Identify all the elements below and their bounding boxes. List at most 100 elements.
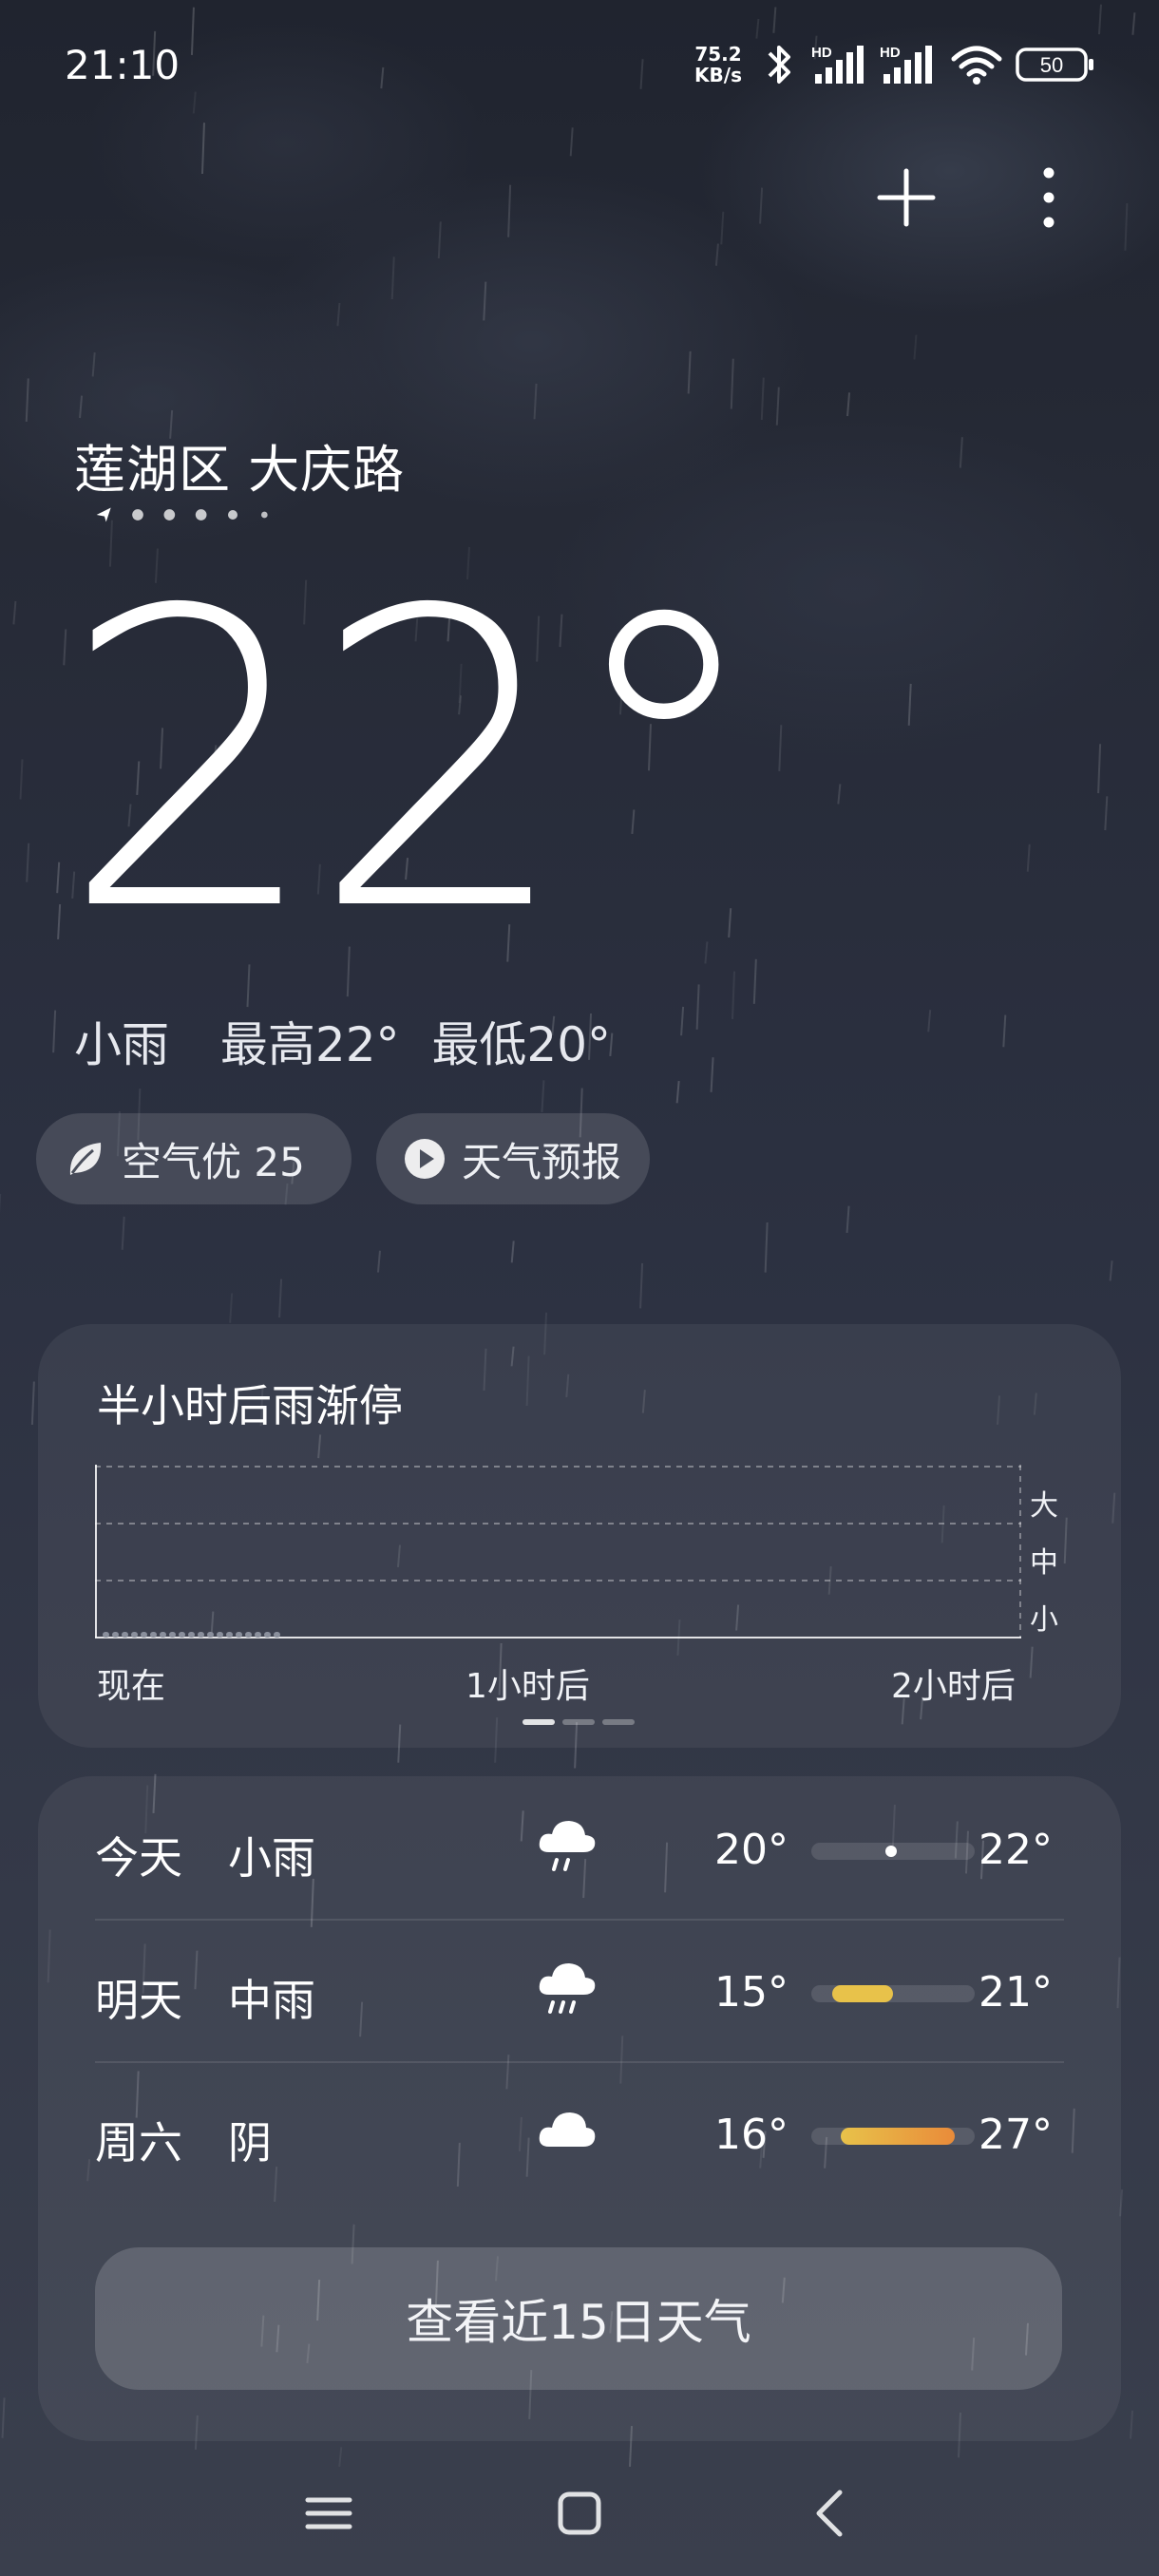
- rain-streak: [336, 302, 341, 327]
- rain-streak: [121, 1216, 125, 1250]
- precipitation-bar: [226, 1632, 233, 1638]
- rain-streak: [927, 1010, 932, 1032]
- rain-streak: [759, 187, 764, 224]
- rain-streak: [483, 281, 487, 321]
- forecast-day: 周六: [95, 2117, 182, 2169]
- rain-streak: [846, 392, 851, 417]
- rain-streak: [533, 383, 538, 420]
- rain-streak: [680, 1006, 685, 1036]
- rain-streak: [639, 1262, 644, 1309]
- moderate-rain-icon: [539, 1963, 596, 2014]
- rain-streak: [1130, 2410, 1134, 2439]
- card-pager[interactable]: [522, 1717, 636, 1727]
- rain-streak: [837, 784, 842, 805]
- forecast-row-saturday[interactable]: 周六 阴 16° 27°: [95, 2061, 1064, 2204]
- rain-streak: [56, 862, 61, 894]
- precipitation-bar: [207, 1632, 214, 1638]
- rain-streak: [1, 2397, 6, 2438]
- precipitation-bar: [131, 1632, 138, 1638]
- precipitation-bar: [188, 1632, 195, 1638]
- home-icon[interactable]: [542, 2475, 618, 2551]
- forecast-day: 今天: [95, 1832, 182, 1884]
- precipitation-bar: [274, 1632, 280, 1638]
- rain-streak: [730, 358, 734, 409]
- cloudy-icon: [539, 2112, 596, 2147]
- weather-forecast-video-pill[interactable]: 天气预报: [376, 1113, 650, 1204]
- city-page-indicator[interactable]: [76, 505, 304, 524]
- temperature-range-bar: [811, 2128, 975, 2145]
- rain-streak: [26, 843, 30, 882]
- temperature-range-bar: [811, 1843, 975, 1860]
- rain-streak: [12, 600, 17, 625]
- precipitation-bar: [160, 1632, 166, 1638]
- current-temperature: 22°: [61, 525, 766, 1000]
- forecast-high: 22°: [978, 1826, 1053, 1874]
- rain-streak: [959, 437, 963, 468]
- rain-streak: [710, 1057, 714, 1092]
- signal-hd-1-icon: HD: [811, 45, 864, 84]
- precipitation-bar: [255, 1632, 261, 1638]
- forecast-row-tomorrow[interactable]: 明天 中雨 15° 21°: [95, 1919, 1064, 2061]
- location-name[interactable]: 莲湖区 大庆路: [74, 427, 405, 502]
- temperature-range-fill: [840, 2128, 956, 2145]
- precipitation-bar: [103, 1632, 109, 1638]
- menu-icon[interactable]: [291, 2475, 367, 2551]
- forecast-high: 21°: [978, 1968, 1053, 2017]
- add-city-icon[interactable]: [868, 160, 944, 236]
- view-15-day-button[interactable]: 查看近15日天气: [95, 2247, 1062, 2390]
- forecast-day: 明天: [95, 1975, 182, 2026]
- y-label-moderate: 中: [1030, 1546, 1058, 1580]
- rain-streak: [778, 725, 783, 771]
- rain-streak: [507, 184, 512, 237]
- back-icon[interactable]: [792, 2475, 868, 2551]
- rain-streak: [1109, 1260, 1113, 1281]
- forecast-low: 16°: [714, 2111, 788, 2159]
- status-bar: 21:10 75.2 KB/s HD HD 50: [0, 0, 1159, 133]
- battery-icon: 50: [1016, 47, 1093, 82]
- forecast-low: 15°: [714, 1968, 788, 2017]
- bluetooth-icon: [768, 46, 790, 84]
- rain-streak: [1002, 1014, 1007, 1048]
- leaf-icon: [69, 1143, 102, 1175]
- air-quality-pill[interactable]: 空气优 25: [36, 1113, 352, 1204]
- rain-streak: [846, 1205, 850, 1233]
- y-label-light: 小: [1030, 1603, 1058, 1637]
- forecast-condition: 阴: [228, 2117, 272, 2169]
- rain-streak: [376, 1250, 381, 1273]
- forecast-condition: 中雨: [228, 1975, 315, 2026]
- daily-forecast-card: 今天 小雨 20° 22° 明天 中雨 15° 21° 周六 阴 16° 27°…: [38, 1776, 1121, 2441]
- rain-streak: [57, 904, 62, 939]
- forecast-row-today[interactable]: 今天 小雨 20° 22°: [95, 1776, 1064, 1919]
- current-high: 最高22°: [219, 1017, 400, 1072]
- wifi-icon: [951, 46, 1002, 85]
- more-options-icon[interactable]: [1011, 160, 1087, 236]
- y-label-heavy: 大: [1030, 1489, 1058, 1523]
- rain-streak: [510, 1241, 515, 1263]
- current-condition: 小雨: [74, 1017, 169, 1072]
- play-icon: [405, 1139, 445, 1179]
- current-low: 最低20°: [431, 1017, 612, 1072]
- forecast-condition: 小雨: [228, 1832, 315, 1884]
- forecast-high: 27°: [978, 2111, 1053, 2159]
- precipitation-bar: [198, 1632, 204, 1638]
- x-label-now: 现在: [97, 1667, 166, 1706]
- precipitation-chart: [95, 1465, 1021, 1638]
- rain-streak: [760, 377, 765, 421]
- rain-streak: [1124, 202, 1129, 251]
- rain-streak: [30, 1381, 35, 1425]
- precipitation-card[interactable]: 半小时后雨渐停 大 中 小 现在 1小时后 2小时后: [38, 1324, 1121, 1748]
- rain-streak: [714, 243, 719, 266]
- precipitation-bar: [264, 1632, 271, 1638]
- battery-level: 50: [1040, 53, 1063, 77]
- temperature-range-bar: [811, 1985, 975, 2002]
- status-time: 21:10: [65, 42, 180, 88]
- rain-streak: [764, 1222, 769, 1273]
- signal2-hd-label: HD: [880, 45, 901, 61]
- light-rain-icon: [539, 1821, 596, 1871]
- forecast-low: 20°: [714, 1826, 788, 1874]
- rain-streak: [775, 387, 780, 426]
- current-summary: 小雨 最高22° 最低20°: [74, 1007, 647, 1075]
- rain-streak: [913, 334, 918, 360]
- x-label-1h: 1小时后: [466, 1667, 590, 1706]
- network-speed-unit: KB/s: [694, 64, 742, 86]
